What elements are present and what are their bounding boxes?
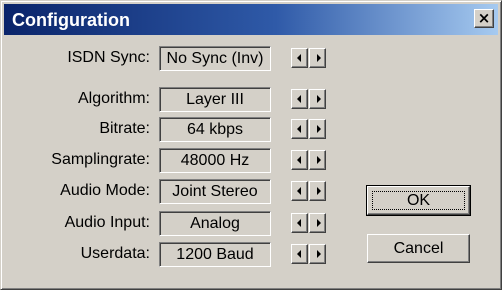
decrement-button[interactable] [291,244,308,264]
decrement-button[interactable] [291,150,308,170]
setting-label: ISDN Sync: [67,49,150,66]
increment-button[interactable] [309,181,326,201]
setting-value: Layer III [159,87,271,112]
triangle-left-icon [297,54,301,62]
triangle-left-icon [297,250,301,258]
triangle-right-icon [317,54,321,62]
close-icon: × [477,9,491,27]
triangle-left-icon [297,219,301,227]
setting-row-bitrate: Bitrate: 64 kbps [1,117,341,142]
triangle-right-icon [317,95,321,103]
triangle-right-icon [317,250,321,258]
decrement-button[interactable] [291,213,308,233]
setting-value: No Sync (Inv) [159,46,271,71]
setting-row-algorithm: Algorithm: Layer III [1,87,341,112]
window-title: Configuration [12,10,130,30]
triangle-right-icon [317,187,321,195]
setting-label: Userdata: [80,245,150,262]
increment-button[interactable] [309,48,326,68]
triangle-left-icon [297,156,301,164]
decrement-button[interactable] [291,181,308,201]
increment-button[interactable] [309,244,326,264]
setting-row-isdn-sync: ISDN Sync: No Sync (Inv) [1,46,341,71]
setting-value: Analog [159,211,271,236]
increment-button[interactable] [309,89,326,109]
setting-value: 48000 Hz [159,148,271,173]
decrement-button[interactable] [291,48,308,68]
increment-button[interactable] [309,119,326,139]
ok-button[interactable]: OK [366,185,471,216]
setting-value: Joint Stereo [159,179,271,204]
close-button[interactable]: × [474,9,494,28]
triangle-left-icon [297,95,301,103]
setting-row-audio-input: Audio Input: Analog [1,211,341,236]
increment-button[interactable] [309,213,326,233]
triangle-right-icon [317,156,321,164]
configuration-dialog: Configuration × ISDN Sync: No Sync (Inv)… [0,0,502,290]
triangle-right-icon [317,219,321,227]
focus-rectangle [372,191,465,210]
cancel-button[interactable]: Cancel [367,234,470,263]
setting-row-audio-mode: Audio Mode: Joint Stereo [1,179,341,204]
cancel-button-label: Cancel [393,240,444,257]
setting-value: 64 kbps [159,117,271,142]
setting-row-samplingrate: Samplingrate: 48000 Hz [1,148,341,173]
triangle-left-icon [297,187,301,195]
decrement-button[interactable] [291,119,308,139]
decrement-button[interactable] [291,89,308,109]
triangle-right-icon [317,125,321,133]
triangle-left-icon [297,125,301,133]
setting-label: Audio Mode: [60,182,150,199]
setting-label: Algorithm: [77,90,150,107]
setting-label: Audio Input: [64,214,150,231]
setting-label: Bitrate: [99,120,150,137]
setting-row-userdata: Userdata: 1200 Baud [1,242,341,267]
title-bar[interactable]: Configuration × [4,4,498,35]
setting-label: Samplingrate: [51,151,150,168]
setting-value: 1200 Baud [159,242,271,267]
increment-button[interactable] [309,150,326,170]
